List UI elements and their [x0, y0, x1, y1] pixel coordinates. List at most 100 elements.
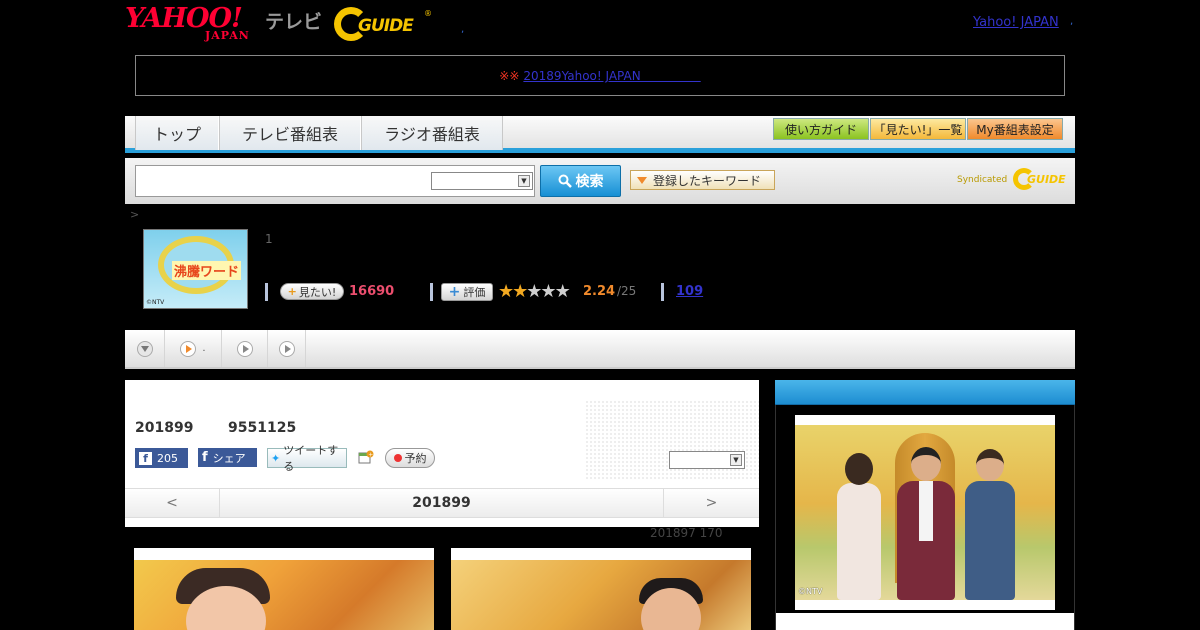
main-navbar: トップ テレビ番組表 ラジオ番組表 使い方ガイド 「見たい!」一覧 My番組表設…	[125, 116, 1075, 153]
notice-box: ※※ 20189Yahoo! JAPAN	[135, 55, 1065, 96]
cast-member	[897, 447, 955, 600]
syndicated-logo-text: GUIDE	[1027, 173, 1066, 186]
reserve-label: 予約	[404, 452, 427, 465]
header-separator: ,	[461, 24, 465, 35]
pager-prev-button[interactable]: <	[125, 489, 220, 517]
tweet-label: ツイートする	[283, 444, 339, 473]
facebook-count: 205	[157, 451, 178, 465]
cast-photo-scene	[795, 425, 1055, 600]
rate-button[interactable]: + 評価	[441, 283, 493, 301]
star-filled-icon: ★	[512, 281, 528, 302]
chevron-down-icon: ▼	[730, 454, 742, 466]
mitai-button[interactable]: + 見たい!	[280, 283, 344, 300]
star-empty-icon: ★	[526, 281, 542, 302]
twitter-bird-icon: ✦	[271, 451, 281, 465]
breadcrumb: >	[130, 208, 140, 221]
rating-stars: ★★★★★	[498, 281, 571, 302]
gguide-wordmark: GUIDE	[358, 16, 414, 36]
subnav-item-2[interactable]	[222, 330, 268, 367]
logo-sub: JAPAN	[205, 29, 250, 42]
subnav-item-label: .	[202, 343, 206, 354]
star-empty-icon: ★	[554, 281, 571, 302]
plus-icon: +	[287, 285, 297, 298]
my-schedule-button[interactable]: My番組表設定	[967, 118, 1063, 140]
notice-marks: ※※	[499, 68, 520, 83]
episode-number: 1	[265, 232, 273, 246]
search-bar: ▼ 検索 登録したキーワード Syndicated GUIDE	[125, 158, 1075, 204]
info-divider	[661, 283, 664, 301]
subnav-item-3[interactable]	[268, 330, 306, 367]
program-detail-panel: 201899 9551125 f 205 f シェア ✦ ツイートする + 予約…	[125, 380, 759, 527]
search-icon	[558, 174, 572, 188]
registered-mark: ®	[424, 9, 432, 18]
record-dot-icon	[393, 454, 402, 462]
mitai-count: 16690	[349, 284, 395, 299]
program-thumbnail[interactable]: 沸騰ワード ©NTV	[143, 229, 248, 309]
search-category-select[interactable]: ▼	[431, 172, 533, 190]
rating-score: 2.24	[583, 284, 616, 299]
yahoo-japan-logo[interactable]: YAHOO! JAPAN	[125, 5, 261, 43]
cast-member	[835, 453, 883, 600]
photo-copyright: ©NTV	[798, 587, 823, 596]
svg-text:+: +	[368, 451, 373, 458]
cast-photo[interactable]: ©NTV	[795, 415, 1055, 610]
yahoo-japan-link[interactable]: Yahoo! JAPAN	[973, 15, 1059, 30]
facebook-share-button[interactable]: f シェア	[198, 448, 257, 467]
right-panel-header	[775, 380, 1075, 405]
cast-member	[965, 449, 1015, 600]
subnav-item-menu[interactable]	[125, 330, 165, 367]
tab-radio-schedule[interactable]: ラジオ番組表	[361, 116, 503, 150]
program-subnav: .	[125, 330, 1075, 369]
registered-keywords-label: 登録したキーワード	[653, 173, 762, 188]
detail-select[interactable]: ▼	[669, 451, 745, 469]
search-button[interactable]: 検索	[540, 165, 621, 197]
pager-date: 201899	[412, 495, 471, 511]
right-panel-footer	[776, 613, 1074, 630]
broadcast-date: 201899	[135, 420, 194, 436]
facebook-like-button[interactable]: f 205	[135, 448, 188, 468]
thumbnail-copyright: ©NTV	[146, 299, 165, 306]
image-scene	[451, 560, 751, 630]
info-divider	[430, 283, 433, 301]
reserve-button[interactable]: 予約	[385, 448, 435, 468]
triangle-down-icon	[637, 176, 647, 184]
plus-icon: +	[448, 284, 461, 300]
previous-broadcast-info: 201897 170	[650, 526, 723, 540]
header-separator-right: ,	[1070, 16, 1074, 27]
gguide-logo[interactable]: GUIDE ®	[334, 7, 434, 41]
review-count-link[interactable]: 109	[676, 284, 703, 299]
rating-max: /25	[617, 284, 637, 298]
chevron-down-icon	[136, 340, 153, 357]
tab-top[interactable]: トップ	[135, 116, 219, 150]
rate-label: 評価	[463, 286, 486, 299]
mitai-label: 見たい!	[298, 285, 337, 299]
program-image-1[interactable]	[134, 548, 434, 630]
tweet-button[interactable]: ✦ ツイートする	[267, 444, 347, 473]
tv-label[interactable]: テレビ	[265, 7, 322, 34]
image-scene	[134, 560, 434, 630]
guide-button[interactable]: 使い方ガイド	[773, 118, 869, 140]
tab-tv-schedule[interactable]: テレビ番組表	[219, 116, 361, 150]
subnav-item-1[interactable]: .	[165, 330, 222, 367]
play-icon	[236, 340, 253, 357]
share-label: シェア	[212, 451, 246, 465]
broadcast-time: 9551125	[228, 420, 297, 436]
chevron-down-icon: ▼	[518, 175, 530, 187]
star-filled-icon: ★	[498, 281, 514, 302]
facebook-icon: f	[139, 451, 152, 465]
play-icon	[180, 340, 197, 357]
date-pager: < 201899 >	[125, 488, 759, 518]
syndicated-gguide-logo: Syndicated GUIDE	[957, 168, 1072, 190]
registered-keywords-button[interactable]: 登録したキーワード	[630, 170, 775, 190]
pager-next-button[interactable]: >	[663, 489, 759, 517]
program-image-2[interactable]	[451, 548, 751, 630]
thumbnail-title: 沸騰ワード	[172, 261, 242, 280]
calendar-add-icon[interactable]: +	[358, 449, 374, 465]
notice-link[interactable]: 20189Yahoo! JAPAN	[523, 67, 700, 84]
syndicated-label: Syndicated	[957, 175, 1008, 185]
info-divider	[265, 283, 268, 301]
facebook-icon: f	[202, 450, 208, 465]
mitai-list-button[interactable]: 「見たい!」一覧	[870, 118, 966, 140]
star-empty-icon: ★	[540, 281, 556, 302]
search-button-label: 検索	[575, 174, 604, 190]
